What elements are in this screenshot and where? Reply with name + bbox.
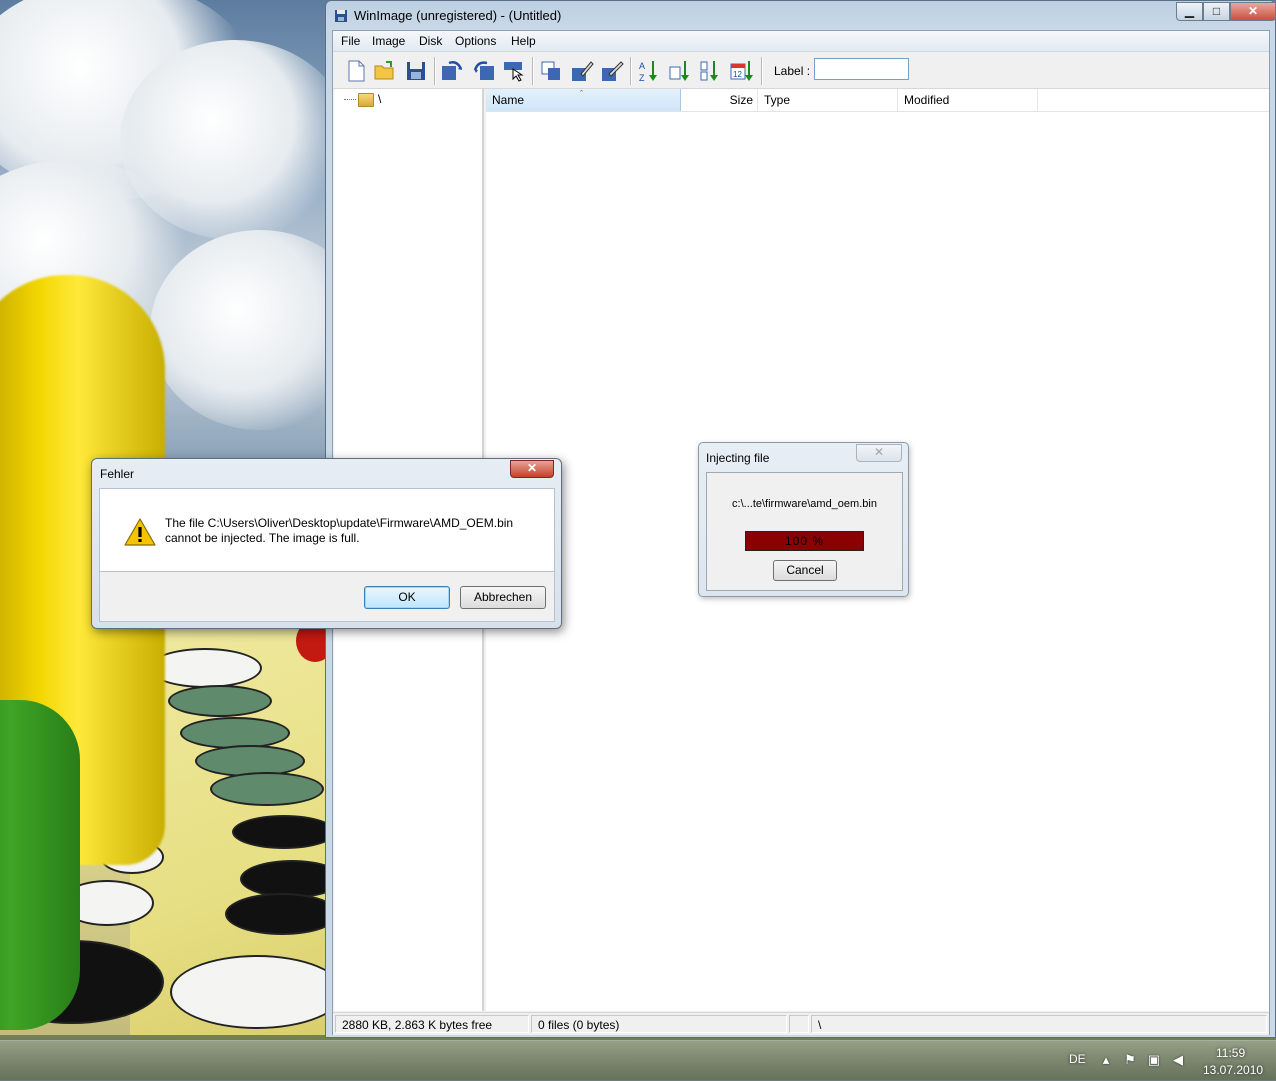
- open-icon[interactable]: [372, 58, 398, 84]
- tree-root-label: \: [378, 92, 382, 106]
- svg-text:12: 12: [733, 70, 742, 79]
- dialog-close-button[interactable]: ✕: [510, 460, 554, 478]
- list-header: ˆ Name Size Type Modified: [486, 89, 1269, 112]
- taskbar: DE 11:59 13.07.2010: [0, 1040, 1276, 1081]
- sort-date-icon[interactable]: 12: [729, 58, 755, 84]
- status-disk-info: 2880 KB, 2.863 K bytes free: [335, 1015, 529, 1033]
- status-empty: [789, 1015, 809, 1033]
- error-message-line1: The file C:\Users\Oliver\Desktop\update\…: [165, 516, 514, 530]
- minimize-button[interactable]: ▁: [1176, 2, 1203, 21]
- select-icon[interactable]: [501, 58, 527, 84]
- label-input[interactable]: [814, 58, 909, 80]
- cancel-button[interactable]: Cancel: [773, 560, 837, 581]
- label-caption: Label :: [774, 64, 811, 78]
- close-icon: ✕: [1247, 4, 1259, 18]
- column-name[interactable]: ˆ Name: [486, 89, 681, 111]
- sort-size-icon[interactable]: [667, 58, 693, 84]
- inject-icon[interactable]: [471, 58, 497, 84]
- network-icon[interactable]: ▣: [1146, 1052, 1162, 1068]
- sort-type-icon[interactable]: [698, 58, 724, 84]
- dialog-footer: OK Abbrechen: [99, 572, 555, 622]
- sort-name-icon[interactable]: AZ: [636, 58, 662, 84]
- save-icon[interactable]: [403, 58, 429, 84]
- menu-file[interactable]: File: [341, 34, 360, 48]
- tree-root-node[interactable]: \: [344, 92, 381, 107]
- floppy-disk-icon: [335, 10, 347, 22]
- clock-date[interactable]: 13.07.2010: [1203, 1063, 1263, 1077]
- menu-options[interactable]: Options: [455, 34, 496, 48]
- maximize-icon: □: [1212, 4, 1221, 18]
- menu-help[interactable]: Help: [511, 34, 536, 48]
- action-center-icon[interactable]: ⚑: [1122, 1052, 1138, 1068]
- clock-time[interactable]: 11:59: [1216, 1046, 1245, 1060]
- sort-ascending-icon: ˆ: [580, 89, 583, 99]
- window-title: WinImage (unregistered) - (Untitled): [354, 8, 562, 23]
- toolbar: AZ 12 Label :: [333, 52, 1269, 89]
- menu-disk[interactable]: Disk: [419, 34, 442, 48]
- edit-properties-icon[interactable]: [599, 58, 625, 84]
- status-bar: 2880 KB, 2.863 K bytes free 0 files (0 b…: [333, 1012, 1269, 1035]
- progress-text: 100 %: [784, 534, 825, 548]
- copy-icon[interactable]: [538, 58, 564, 84]
- abbrechen-button[interactable]: Abbrechen: [460, 586, 546, 609]
- folder-icon: [358, 92, 374, 107]
- warning-icon: [124, 518, 156, 546]
- column-type[interactable]: Type: [758, 89, 898, 111]
- error-message-line2: cannot be injected. The image is full.: [165, 531, 360, 545]
- minimize-icon: ▁: [1184, 4, 1195, 18]
- close-icon: ✕: [526, 461, 538, 475]
- volume-icon[interactable]: ◀: [1170, 1052, 1186, 1068]
- close-icon: ✕: [873, 445, 885, 459]
- error-dialog: Fehler ✕ The file C:\Users\Oliver\Deskto…: [91, 458, 562, 629]
- menu-image[interactable]: Image: [372, 34, 405, 48]
- svg-text:A: A: [639, 61, 645, 71]
- progress-bar: 100 %: [745, 531, 864, 551]
- dialog-body: c:\...te\firmware\amd_oem.bin 100 % Canc…: [706, 472, 903, 591]
- language-indicator[interactable]: DE: [1069, 1052, 1086, 1066]
- column-modified[interactable]: Modified: [898, 89, 1038, 111]
- injecting-file-path: c:\...te\firmware\amd_oem.bin: [732, 498, 877, 510]
- edit-icon[interactable]: [569, 58, 595, 84]
- close-button[interactable]: ✕: [1230, 2, 1276, 21]
- dialog-title: Fehler: [100, 467, 135, 481]
- ok-button[interactable]: OK: [364, 586, 450, 609]
- dialog-title: Injecting file: [706, 451, 770, 465]
- dialog-close-button: ✕: [856, 444, 902, 462]
- column-size[interactable]: Size: [681, 89, 758, 111]
- injecting-file-dialog: Injecting file ✕ c:\...te\firmware\amd_o…: [698, 442, 909, 597]
- menu-bar: File Image Disk Options Help: [333, 31, 1269, 52]
- svg-text:Z: Z: [639, 73, 645, 83]
- dialog-body: The file C:\Users\Oliver\Desktop\update\…: [99, 488, 555, 572]
- extract-icon[interactable]: [439, 58, 465, 84]
- show-hidden-icons-icon[interactable]: ▴: [1098, 1052, 1114, 1068]
- status-path: \: [811, 1015, 1267, 1033]
- new-icon[interactable]: [343, 58, 369, 84]
- maximize-button[interactable]: □: [1203, 2, 1230, 21]
- status-file-count: 0 files (0 bytes): [531, 1015, 787, 1033]
